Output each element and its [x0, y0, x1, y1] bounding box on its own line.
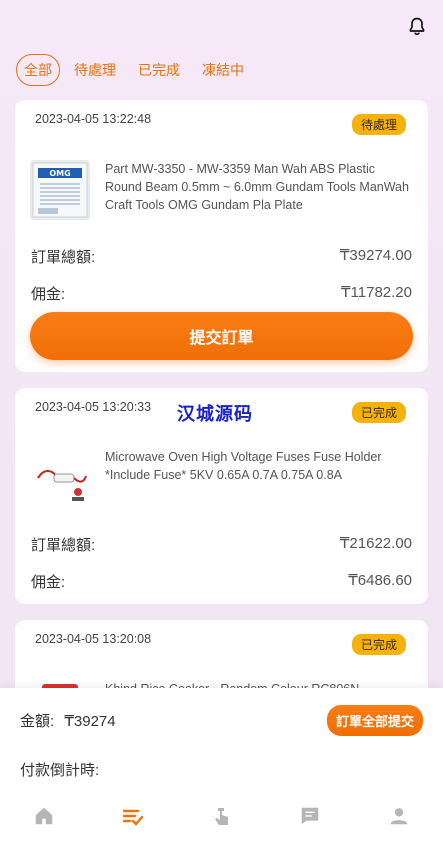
order-card: 2023-04-05 13:22:48 待處理 OMG Part MW-3350… — [15, 100, 428, 372]
status-badge: 已完成 — [351, 402, 406, 423]
nav-home[interactable] — [24, 796, 64, 836]
payment-countdown-label: 付款倒計時: — [20, 762, 100, 779]
tab-all[interactable]: 全部 — [16, 54, 60, 86]
hand-tap-icon — [215, 808, 229, 825]
status-badge: 待處理 — [351, 114, 406, 135]
product-image — [30, 448, 90, 508]
commission-label: 佣金: — [31, 574, 66, 591]
bottom-nav — [0, 788, 443, 844]
submit-order-button[interactable]: 提交訂單 — [30, 312, 413, 360]
nav-messages[interactable] — [290, 796, 330, 836]
order-total-label: 訂單總額: — [31, 537, 96, 554]
tab-frozen[interactable]: 凍結中 — [194, 54, 252, 86]
product-image: OMG — [30, 160, 90, 220]
nav-profile[interactable] — [379, 796, 419, 836]
order-total-label: 訂單總額: — [31, 249, 96, 266]
home-icon — [36, 807, 53, 825]
order-total-value: ₸21622.00 — [339, 535, 412, 552]
status-badge: 已完成 — [351, 634, 406, 655]
commission-value: ₸11782.20 — [341, 284, 412, 301]
watermark-text: 汉城源码 — [177, 404, 253, 425]
submit-all-orders-button[interactable]: 訂單全部提交 — [326, 705, 423, 736]
order-total-row: 訂單總額: ₸21622.00 — [31, 534, 412, 555]
status-tabs: 全部 待處理 已完成 凍結中 — [16, 54, 258, 86]
tab-pending[interactable]: 待處理 — [66, 54, 124, 86]
order-date: 2023-04-05 13:22:48 — [35, 112, 152, 126]
summary-amount-label: 金額: — [20, 713, 55, 730]
order-summary-bar: 金額: ₸39274 訂單全部提交 付款倒計時: — [0, 688, 443, 788]
top-bar — [0, 0, 443, 50]
order-date: 2023-04-05 13:20:08 — [35, 632, 152, 646]
commission-label: 佣金: — [31, 286, 66, 303]
product-image-logo: OMG — [49, 169, 70, 178]
nav-grab[interactable] — [201, 796, 241, 836]
product-title: Part MW-3350 - MW-3359 Man Wah ABS Plast… — [105, 162, 409, 212]
summary-amount-value: ₸39274 — [64, 713, 116, 730]
order-total-value: ₸39274.00 — [339, 247, 412, 264]
tab-completed[interactable]: 已完成 — [130, 54, 188, 86]
commission-value: ₸6486.60 — [348, 572, 412, 589]
product-title: Microwave Oven High Voltage Fuses Fuse H… — [105, 450, 382, 482]
orders-icon — [122, 809, 144, 826]
bell-icon[interactable] — [407, 16, 427, 36]
user-icon — [390, 808, 407, 825]
nav-orders[interactable] — [113, 796, 153, 836]
message-icon — [301, 807, 319, 825]
commission-row: 佣金: ₸6486.60 — [31, 571, 412, 592]
order-date: 2023-04-05 13:20:33 — [35, 400, 152, 414]
summary-amount: 金額: ₸39274 — [20, 710, 116, 731]
commission-row: 佣金: ₸11782.20 — [31, 283, 412, 304]
order-total-row: 訂單總額: ₸39274.00 — [31, 246, 412, 267]
